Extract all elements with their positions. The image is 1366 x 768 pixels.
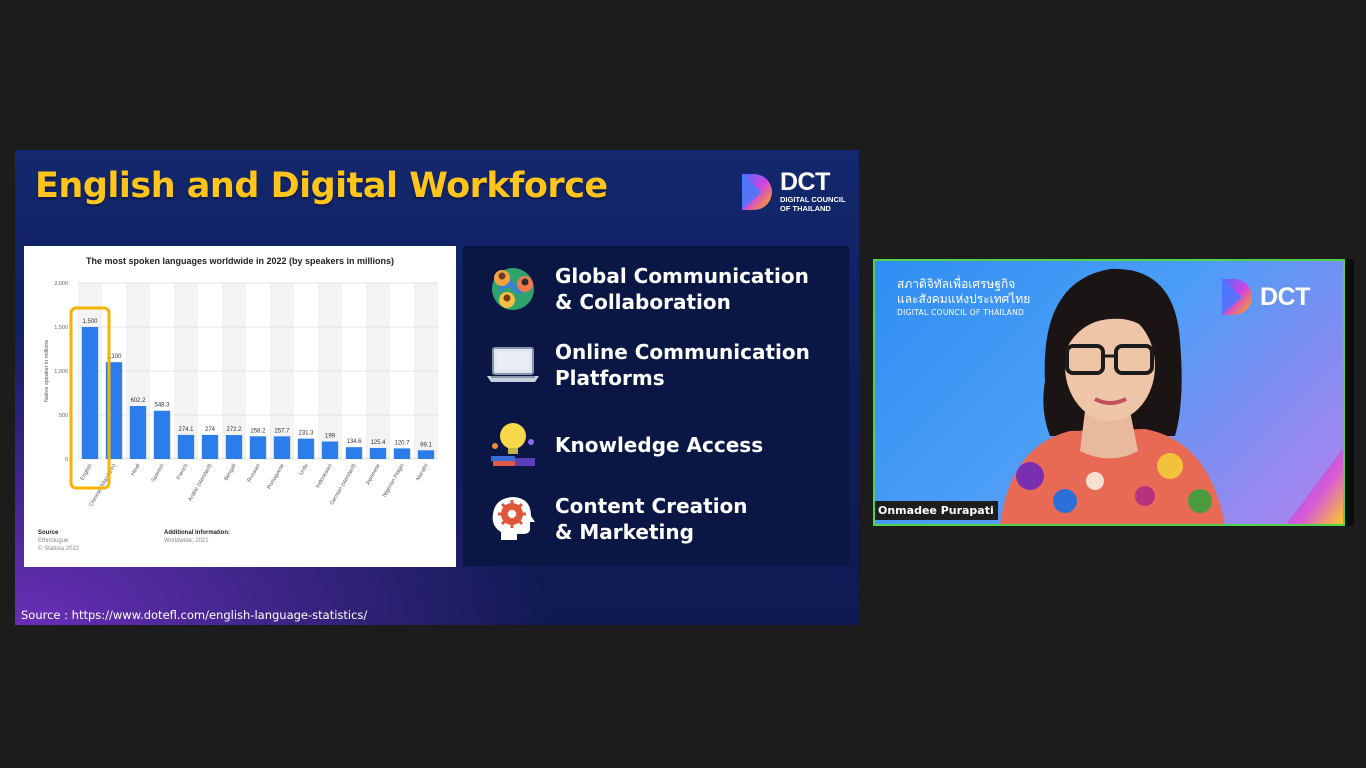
lightbulb-books-icon xyxy=(485,418,541,472)
bar-value-label: 602.2 xyxy=(130,398,146,404)
topic-global-communication: Global Communication & Collaboration xyxy=(463,262,809,316)
topics-panel: Global Communication & Collaboration Onl… xyxy=(463,246,849,566)
y-tick-label: 2,000 xyxy=(54,281,68,287)
bar-value-label: 274 xyxy=(205,427,216,433)
laptop-icon xyxy=(485,338,541,392)
bar-2 xyxy=(129,406,147,459)
bar-value-label: 548.3 xyxy=(154,403,170,409)
dct-logo: DCT DIGITAL COUNCIL OF THAILAND xyxy=(740,170,846,213)
topic-label-2: Online Communication Platforms xyxy=(555,340,810,390)
topic-label-3: Knowledge Access xyxy=(555,433,764,457)
bar-0 xyxy=(81,327,99,459)
chart-info: Additional Information: Worldwide; 2021 xyxy=(164,529,230,545)
topic-online-platforms: Online Communication Platforms xyxy=(463,338,810,392)
y-axis-label: Native speaker in millions xyxy=(44,340,50,403)
head-gear-icon xyxy=(485,492,541,546)
bar-12 xyxy=(369,447,387,459)
bar-9 xyxy=(297,438,315,459)
category-label: English xyxy=(80,463,94,482)
logo-brand: DCT xyxy=(780,168,830,196)
chart-source-line2: © Statista 2022 xyxy=(38,546,80,552)
gallery-edge-strip xyxy=(1345,259,1354,526)
chart-source-line1: Ethnologue xyxy=(38,538,69,544)
category-label: Russian xyxy=(247,463,262,483)
topic-content-creation: Content Creation & Marketing xyxy=(463,492,748,546)
bar-value-label: 1,500 xyxy=(82,319,98,325)
category-label: Chinese (Mandarin) xyxy=(88,463,117,508)
bar-6 xyxy=(225,435,243,459)
y-tick-label: 500 xyxy=(59,413,68,419)
bar-value-label: 274.1 xyxy=(178,427,194,433)
bar-value-label: 120.7 xyxy=(394,440,410,446)
y-tick-label: 1,000 xyxy=(54,369,68,375)
logo-sub1: DIGITAL COUNCIL xyxy=(780,195,846,204)
topic-label-4: Content Creation & Marketing xyxy=(555,494,748,544)
category-label: Marathi xyxy=(415,463,429,482)
category-label: German (standard) xyxy=(329,463,358,506)
shared-screen-slide: English and Digital Workforce DCT DIGITA… xyxy=(15,150,859,625)
participant-name-tag: Onmadee Purapati xyxy=(875,501,998,520)
cam-dct-logo: DCT xyxy=(1220,277,1310,317)
y-tick-label: 0 xyxy=(65,457,68,463)
bar-13 xyxy=(393,448,411,459)
category-label: Urdu xyxy=(299,463,310,476)
category-label: Spanish xyxy=(151,463,166,483)
slide-source: Source : https://www.dotefl.com/english-… xyxy=(21,608,368,622)
category-label: Arabic (standard) xyxy=(187,463,213,503)
bar-value-label: 258.2 xyxy=(250,428,266,434)
bar-14 xyxy=(417,450,435,459)
slide-title: English and Digital Workforce xyxy=(35,166,608,206)
participant-video-tile[interactable]: สภาดิจิทัลเพื่อเศรษฐกิจ และสังคมแห่งประเ… xyxy=(873,259,1345,526)
bar-chart: 2,000 1,500 1,000 500 0 Native speaker in mil… xyxy=(44,281,438,508)
bar-5 xyxy=(201,434,219,459)
chart-card: The most spoken languages worldwide in 2… xyxy=(24,246,456,567)
bar-value-label: 199 xyxy=(325,433,336,439)
bar-value-label: 272.2 xyxy=(226,427,242,433)
topic-knowledge-access: Knowledge Access xyxy=(463,418,763,472)
cam-dct-logo-mark-icon xyxy=(1222,279,1252,315)
chart-source-label: Source xyxy=(38,530,59,536)
category-label: Indonesian xyxy=(315,463,334,489)
bar-4 xyxy=(177,434,195,459)
chart-source: Source Ethnologue © Statista 2022 xyxy=(38,529,79,553)
corner-gradient-shape-icon xyxy=(1286,448,1343,524)
logo-sub2: OF THAILAND xyxy=(780,204,831,213)
category-label: French xyxy=(176,463,190,481)
topic-label-1: Global Communication & Collaboration xyxy=(555,264,809,314)
bar-value-label: 231.3 xyxy=(298,431,314,437)
category-label: Japanese xyxy=(365,463,382,487)
category-label: Nigerian Pidgin xyxy=(382,463,406,498)
dct-logo-mark-icon xyxy=(742,173,772,210)
bar-10 xyxy=(321,441,339,459)
bar-value-label: 257.7 xyxy=(274,428,290,434)
people-globe-icon xyxy=(485,262,541,316)
y-tick-label: 1,500 xyxy=(54,325,68,331)
category-label: Portuguese xyxy=(266,463,285,490)
bar-11 xyxy=(345,447,363,459)
chart-info-label: Additional Information: xyxy=(164,530,230,536)
bar-value-label: 125.4 xyxy=(370,440,386,446)
bar-8 xyxy=(273,436,291,459)
bar-7 xyxy=(249,436,267,459)
bar-value-label: 134.6 xyxy=(346,439,362,445)
chart-info-line1: Worldwide; 2021 xyxy=(164,538,209,544)
bar-3 xyxy=(153,410,171,459)
bar-value-label: 99.1 xyxy=(420,442,432,448)
category-label: Bengali xyxy=(223,463,237,482)
category-label: Hindi xyxy=(130,463,141,477)
cam-logo-brand: DCT xyxy=(1260,282,1310,311)
